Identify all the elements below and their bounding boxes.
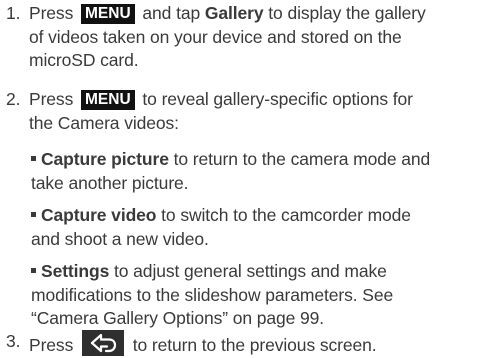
- bullet-square-icon: [31, 267, 36, 273]
- step-1: 1. Press MENU and tap Gallery to display…: [6, 2, 482, 73]
- bullet-line: “Camera Gallery Options” on page 99.: [31, 308, 325, 328]
- step-line: microSD card.: [29, 50, 139, 70]
- step-line: the Camera videos:: [29, 112, 179, 133]
- step-text: Press: [29, 335, 74, 355]
- bullet-line: Capture video to switch to the camcorder…: [31, 204, 483, 228]
- step-line: Press MENU and tap Gallery to display th…: [29, 2, 482, 26]
- step-number: 1.: [6, 3, 21, 23]
- menu-key-badge: MENU: [81, 4, 135, 24]
- step-body: Press to return to the previous screen.: [29, 330, 482, 358]
- step-2: 2. Press MENU to reveal gallery-specific…: [6, 88, 482, 135]
- step-line: Press to return to the previous screen.: [29, 330, 482, 358]
- step-line: of videos taken on your device and store…: [29, 26, 402, 47]
- step-text: to reveal gallery-specific options for: [142, 89, 413, 109]
- step-line: Press MENU to reveal gallery-specific op…: [29, 88, 482, 112]
- option-text: to switch to the camcorder mode: [161, 205, 411, 225]
- bullet-line: take another picture.: [31, 172, 189, 193]
- step-text: Press: [29, 3, 74, 23]
- step-body: Press MENU to reveal gallery-specific op…: [29, 88, 482, 135]
- bullet-line: modifications to the slideshow parameter…: [31, 284, 394, 305]
- option-text: to return to the camera mode and: [173, 149, 431, 169]
- option-term: Capture picture: [41, 149, 169, 169]
- bullet-square-icon: [31, 211, 36, 217]
- step-number: 2.: [6, 89, 21, 109]
- bullet-square-icon: [31, 155, 36, 161]
- option-capture-picture: Capture picture to return to the camera …: [31, 148, 483, 195]
- option-settings: Settings to adjust general settings and …: [31, 260, 483, 331]
- step-text: to return to the previous screen.: [132, 335, 377, 355]
- step-text: Press: [29, 89, 74, 109]
- bullet-line: Capture picture to return to the camera …: [31, 148, 483, 172]
- bullet-line: and shoot a new video.: [31, 228, 209, 249]
- step-text: to display the gallery: [268, 3, 426, 23]
- bullet-line: Settings to adjust general settings and …: [31, 260, 483, 284]
- option-term: Capture video: [41, 205, 157, 225]
- step-3: 3. Press to return to the previous scree…: [6, 330, 482, 358]
- gallery-term: Gallery: [204, 3, 264, 23]
- option-term: Settings: [41, 261, 110, 281]
- menu-key-badge: MENU: [81, 90, 135, 110]
- step-number: 3.: [6, 331, 21, 351]
- option-text: to adjust general settings and make: [114, 261, 387, 281]
- step-text: and tap: [142, 3, 201, 23]
- back-arrow-icon: [82, 330, 124, 356]
- manual-page: 1. Press MENU and tap Gallery to display…: [0, 0, 485, 356]
- option-capture-video: Capture video to switch to the camcorder…: [31, 204, 483, 251]
- step-body: Press MENU and tap Gallery to display th…: [29, 2, 482, 73]
